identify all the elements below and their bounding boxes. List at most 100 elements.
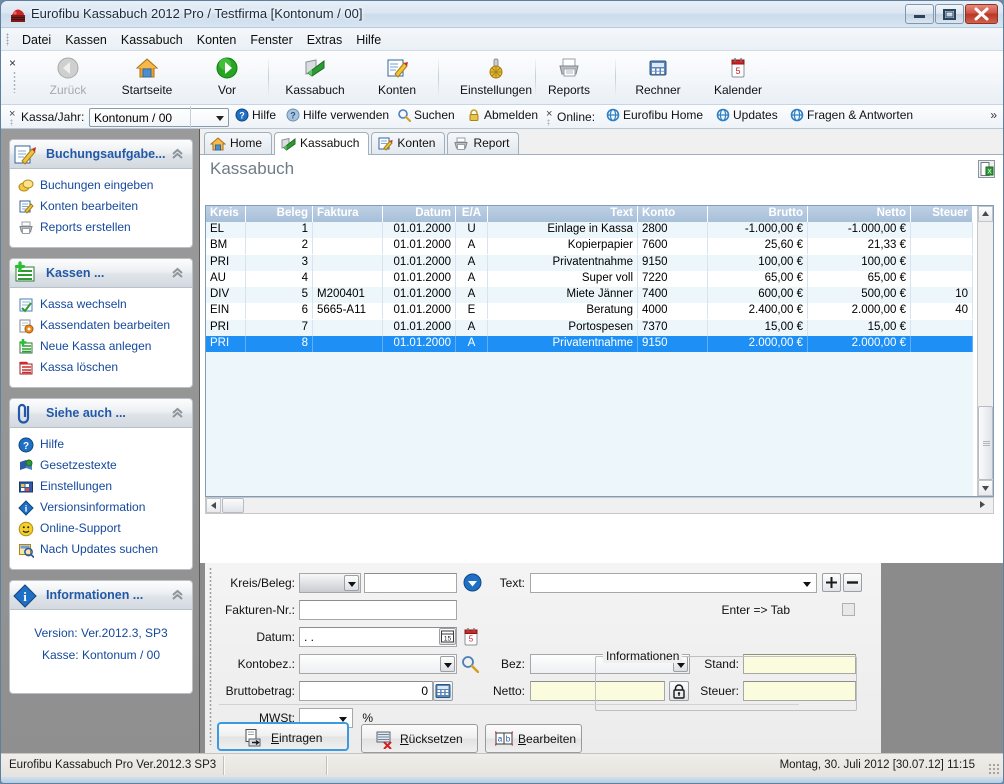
toolbar-button-konten[interactable]: Konten	[354, 53, 440, 102]
tab-konten[interactable]: Konten	[371, 132, 446, 154]
table-row[interactable]: PRI 8 01.01.2000 A Privatentnahme 9150 2.000,0…	[206, 336, 973, 353]
table-row[interactable]: DIV 5 M200401 01.01.2000 A Miete Jänner 7400 60…	[206, 287, 973, 304]
grid-header-brutto[interactable]: Brutto	[708, 206, 808, 222]
table-row[interactable]: EIN 6 5665-A11 01.01.2000 E Beratung 4000 2.400…	[206, 303, 973, 320]
scroll-down-button[interactable]	[978, 480, 993, 496]
toolbar2-updates[interactable]: Updates	[716, 108, 778, 125]
close-button[interactable]	[965, 4, 998, 24]
kontobez-select[interactable]	[299, 654, 457, 674]
tab-kassabuch[interactable]: Kassabuch	[274, 132, 370, 155]
grid-vertical-scrollbar[interactable]	[977, 206, 993, 496]
toolbar-button-startseite[interactable]: Startseite	[104, 53, 190, 102]
sidebar-item-kassa-wechseln[interactable]: Kassa wechseln	[10, 295, 192, 316]
toolbar2-hilfe-verwenden[interactable]: ? Hilfe verwenden	[286, 108, 389, 125]
scroll-up-button[interactable]	[978, 206, 993, 222]
beleg-input[interactable]	[364, 573, 457, 593]
panel-header-informationen[interactable]: i Informationen ...	[9, 580, 193, 610]
datum-input[interactable]: . .	[299, 627, 457, 647]
grid-header-steuer[interactable]: Steuer	[911, 206, 973, 222]
menu-hilfe[interactable]: Hilfe	[349, 29, 388, 51]
chevron-down-icon[interactable]	[344, 575, 359, 591]
toolbar-button-vor[interactable]: Vor	[184, 53, 270, 102]
sidebar-item-kassa-loeschen[interactable]: Kassa löschen	[10, 358, 192, 379]
add-text-button[interactable]	[822, 573, 841, 592]
menu-extras[interactable]: Extras	[300, 29, 349, 51]
chevron-down-icon[interactable]	[440, 656, 455, 672]
scroll-right-button[interactable]	[976, 498, 991, 513]
grid-header-kreis[interactable]: Kreis	[206, 206, 246, 222]
table-row[interactable]: AU 4 01.01.2000 A Super voll 7220 65,00 € 65,00…	[206, 270, 973, 288]
grid-header-netto[interactable]: Netto	[808, 206, 911, 222]
chevron-down-icon[interactable]	[800, 575, 815, 591]
sidebar-item-neue-kassa-anlegen[interactable]: Neue Kassa anlegen	[10, 337, 192, 358]
menu-kassen[interactable]: Kassen	[58, 29, 114, 51]
export-button[interactable]: X	[978, 160, 995, 178]
sidebar-item-konten-bearbeiten[interactable]: Konten bearbeiten	[10, 197, 192, 218]
toolbar-button-kassabuch[interactable]: Kassabuch	[272, 53, 358, 102]
tab-home[interactable]: Home	[204, 132, 273, 154]
resize-grip[interactable]	[988, 763, 1000, 775]
bruttobetrag-input[interactable]: 0	[299, 681, 433, 701]
chevron-up-icon[interactable]	[171, 407, 184, 422]
scroll-left-button[interactable]	[206, 498, 221, 513]
kassa-jahr-select[interactable]: Kontonum / 00	[89, 108, 229, 127]
table-row[interactable]: BM 2 01.01.2000 A Kopierpapier 7600 25,60 € 21,…	[206, 238, 973, 255]
tab-report[interactable]: Report	[447, 132, 520, 154]
grid-header-ea[interactable]: E/A	[456, 206, 488, 222]
chevron-up-icon[interactable]	[171, 589, 184, 604]
grid-header-faktura[interactable]: Faktura	[313, 206, 383, 222]
panel-header-kassen[interactable]: Kassen ...	[9, 258, 193, 288]
grid-header-text[interactable]: Text	[488, 206, 638, 222]
sidebar-item-versionsinformation[interactable]: i Versionsinformation	[10, 498, 192, 519]
sidebar-item-kassendaten-bearbeiten[interactable]: Kassendaten bearbeiten	[10, 316, 192, 337]
ruecksetzen-button[interactable]: Rücksetzen	[361, 724, 478, 753]
sidebar-item-online-support[interactable]: Online-Support	[10, 519, 192, 540]
panel-header-buchungsaufgaben[interactable]: Buchungsaufgabe...	[9, 139, 193, 169]
sidebar-item-nach-updates-suchen[interactable]: Nach Updates suchen	[10, 540, 192, 561]
grid-scrollbar-thumb[interactable]	[978, 406, 993, 480]
magnifier-icon[interactable]	[461, 655, 480, 676]
menu-fenster[interactable]: Fenster	[243, 29, 299, 51]
menu-konten[interactable]: Konten	[190, 29, 244, 51]
toolbar2-eurofibu-home[interactable]: Eurofibu Home	[606, 108, 703, 125]
calendar-picker-button[interactable]: 15	[439, 628, 456, 645]
eintragen-button[interactable]: Eintragen	[217, 722, 349, 751]
toolbar2-hilfe[interactable]: ? Hilfe	[235, 108, 276, 125]
bearbeiten-button[interactable]: ab Bearbeiten	[485, 724, 582, 753]
toolbar2-suchen[interactable]: Suchen	[397, 108, 455, 125]
chevron-up-icon[interactable]	[171, 267, 184, 282]
grid-hscroll-thumb[interactable]	[222, 498, 244, 513]
table-row[interactable]: PRI 7 01.01.2000 A Portospesen 7370 15,00 € 15,…	[206, 319, 973, 337]
toolbar-close-icon[interactable]: ×	[9, 56, 16, 70]
grid-header-datum[interactable]: Datum	[383, 206, 456, 222]
menu-kassabuch[interactable]: Kassabuch	[114, 29, 190, 51]
kreis-select[interactable]	[299, 573, 361, 593]
grid-horizontal-scrollbar[interactable]	[205, 497, 994, 514]
panel-header-siehe-auch[interactable]: Siehe auch ...	[9, 398, 193, 428]
maximize-button[interactable]	[935, 4, 964, 24]
toolbar-button-kalender[interactable]: 5 Kalender	[695, 53, 781, 102]
minimize-button[interactable]	[905, 4, 934, 24]
sidebar-item-gesetzestexte[interactable]: Gesetzestexte	[10, 456, 192, 477]
table-row[interactable]: PRI 3 01.01.2000 A Privatentnahme 9150 100,00 …	[206, 254, 973, 271]
grid-header-konto[interactable]: Konto	[638, 206, 708, 222]
chevron-up-icon[interactable]	[171, 148, 184, 163]
sidebar-item-reports-erstellen[interactable]: Reports erstellen	[10, 218, 192, 239]
sidebar-item-einstellungen[interactable]: Einstellungen	[10, 477, 192, 498]
toolbar-button-reports[interactable]: Reports	[526, 53, 612, 102]
sidebar-item-hilfe[interactable]: ? Hilfe	[10, 435, 192, 456]
grid-header-beleg[interactable]: Beleg	[246, 206, 313, 222]
enter-tab-checkbox[interactable]	[842, 603, 855, 616]
toolbar2-fragen-antworten[interactable]: Fragen & Antworten	[790, 108, 913, 125]
toolbar-overflow-icon[interactable]: »	[990, 108, 997, 122]
toolbar2-abmelden[interactable]: Abmelden	[467, 108, 538, 125]
text-select[interactable]	[530, 573, 817, 593]
sidebar-item-buchungen-eingeben[interactable]: Buchungen eingeben	[10, 176, 192, 197]
toolbar-button-zurueck[interactable]: Zurück	[25, 53, 111, 102]
calculator-button[interactable]	[433, 681, 453, 701]
remove-text-button[interactable]	[843, 573, 862, 592]
table-row[interactable]: EL 1 01.01.2000 U Einlage in Kassa 2800 -1.000…	[206, 222, 973, 239]
menu-datei[interactable]: Datei	[15, 29, 58, 51]
toolbar-button-rechner[interactable]: Rechner	[615, 53, 701, 102]
calendar-icon[interactable]: 5	[463, 627, 479, 649]
